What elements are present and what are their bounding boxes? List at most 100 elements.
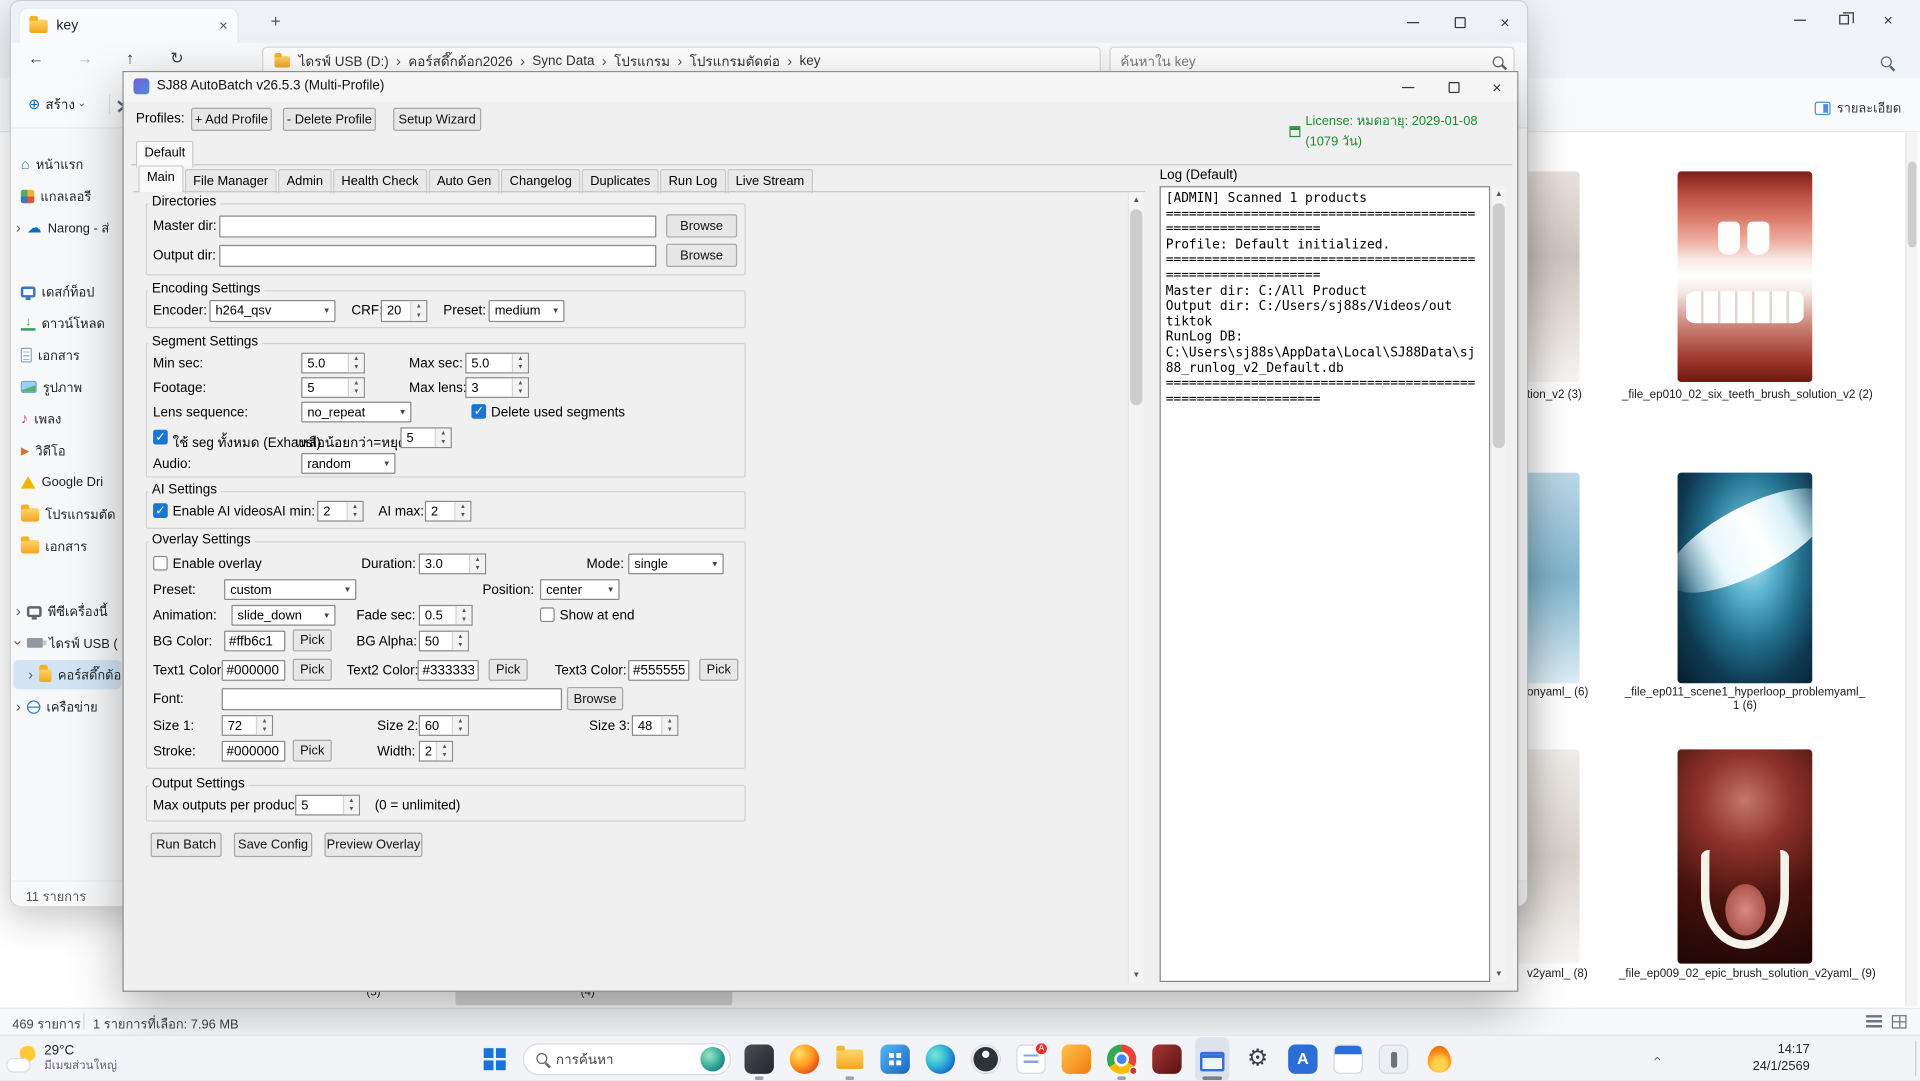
ai-max-stepper[interactable]: 2▲▼ [425,501,472,522]
enable-ai-checkbox[interactable] [153,503,168,518]
refresh-icon[interactable]: ↻ [170,50,183,66]
show-at-end-checkbox[interactable] [540,607,555,622]
tab-main[interactable]: Main [138,165,183,192]
taskbar-edge[interactable] [923,1037,957,1081]
new-tab-icon[interactable]: + [271,11,281,31]
output-dir-browse-button[interactable]: Browse [666,244,737,267]
close-button[interactable]: × [1866,0,1910,39]
taskbar-obs[interactable] [969,1037,1003,1081]
bg-color-pick-button[interactable]: Pick [293,629,332,651]
taskbar-calendar-app[interactable] [1331,1037,1365,1081]
sidebar-item-downloads[interactable]: ↓ดาวน์โหลด [13,309,121,338]
enable-overlay-checkbox[interactable] [153,556,168,571]
weather-widget[interactable]: 29°C มีเมฆส่วนใหญ่ [7,1040,203,1078]
sidebar-item-documents[interactable]: เอกสาร [13,340,121,369]
search-highlight-image[interactable] [700,1046,724,1070]
file-label[interactable]: _file_ep011_scene1_hyperloop_problemyaml… [1622,686,1867,713]
tab-admin[interactable]: Admin [278,169,332,193]
minimize-button[interactable] [1778,0,1822,39]
text3-pick-button[interactable]: Pick [699,659,738,681]
master-dir-browse-button[interactable]: Browse [666,214,737,237]
chevron-right-icon[interactable]: › [16,699,21,714]
file-label[interactable]: _file_ep010_02_six_teeth_brush_solution_… [1619,388,1876,401]
close-button[interactable]: × [1483,4,1527,41]
sidebar-item-usb-drive[interactable]: ›ไดรฟ์ USB ( [13,628,121,657]
sidebar-item-gallery[interactable]: แกลเลอรี [13,181,121,210]
file-thumbnail-teeth-xray[interactable] [1678,473,1813,684]
taskbar-settings[interactable]: ⚙ [1240,1037,1274,1081]
scroll-down-icon[interactable]: ▼ [1129,967,1144,983]
sidebar-item-desktop[interactable]: เดสก์ท็อป [13,277,121,306]
chevron-right-icon[interactable]: › [16,604,21,619]
taskbar-notes-app[interactable]: A [1014,1037,1048,1081]
size2-stepper[interactable]: 60▲▼ [419,715,469,736]
taskbar-app-dark[interactable] [742,1037,776,1081]
taskbar-red-app[interactable] [1150,1037,1184,1081]
text2-color-input[interactable] [418,660,479,681]
sidebar-item-folder[interactable]: โปรแกรมตัด [13,500,121,529]
taskbar-search[interactable]: การค้นหา [523,1043,731,1075]
log-box[interactable]: [ADMIN] Scanned 1 products =============… [1160,186,1491,982]
delete-used-checkbox[interactable] [471,404,486,419]
scrollbar-thumb[interactable] [1130,209,1142,405]
preview-overlay-button[interactable]: Preview Overlay [324,833,422,857]
tray-chevron-icon[interactable]: › [1651,1056,1664,1060]
breadcrumb[interactable]: ไดรฟ์ USB (D:) [299,50,389,72]
text3-color-input[interactable] [628,660,689,681]
taskbar-file-explorer[interactable] [833,1037,867,1081]
sidebar-item-network[interactable]: ›เครือข่าย [13,692,121,721]
list-view-icon[interactable] [1866,1015,1882,1028]
breadcrumb[interactable]: คอร์สดึ๊กด้อก2026 [408,50,512,72]
preset-select[interactable]: medium▼ [489,300,565,322]
master-dir-input[interactable] [219,216,656,238]
stepper-arrows[interactable]: ▲▼ [410,301,426,321]
remain-stepper[interactable]: 5▲▼ [400,427,451,448]
minimize-button[interactable] [1390,4,1437,41]
footage-stepper[interactable]: 5▲▼ [301,377,365,398]
tab-key[interactable]: key × [18,7,238,43]
back-arrow-icon[interactable]: ← [28,50,44,66]
sidebar-item-onedrive[interactable]: ›☁Narong - ส่ [13,213,121,242]
scroll-down-icon[interactable]: ▼ [1491,966,1506,982]
autobatch-titlebar[interactable]: SJ88 AutoBatch v26.5.3 (Multi-Profile) × [124,72,1517,101]
show-desktop-handle[interactable] [1915,1041,1916,1077]
tab-live-stream[interactable]: Live Stream [727,169,813,193]
mode-select[interactable]: single▼ [628,553,724,574]
details-pane-button[interactable]: รายละเอียด [1815,93,1913,122]
animation-select[interactable]: slide_down▼ [231,605,335,626]
taskbar-autobatch-active[interactable] [1195,1037,1229,1081]
stroke-width-stepper[interactable]: 2▲▼ [419,741,453,762]
breadcrumb[interactable]: โปรแกรมตัดต่อ [690,50,780,72]
scrollbar-thumb[interactable] [1908,162,1917,248]
tab-run-log[interactable]: Run Log [660,169,726,193]
sidebar-item-google-drive[interactable]: Google Dri [13,468,121,497]
taskbar-chrome[interactable] [1104,1037,1138,1081]
size1-stepper[interactable]: 72▲▼ [222,715,273,736]
taskbar-firefox[interactable] [787,1037,821,1081]
fade-sec-stepper[interactable]: 0.5▲▼ [419,605,473,626]
new-button[interactable]: ⊕ สร้าง › [21,89,99,118]
max-outputs-stepper[interactable]: 5▲▼ [295,795,360,816]
setup-wizard-button[interactable]: Setup Wizard [393,108,481,131]
scroll-up-icon[interactable]: ▲ [1491,186,1506,202]
restore-button[interactable] [1822,0,1866,39]
text2-pick-button[interactable]: Pick [489,659,528,681]
tab-duplicates[interactable]: Duplicates [582,169,659,193]
form-scrollbar[interactable]: ▲ ▼ [1128,192,1144,983]
file-thumbnail-teeth-front[interactable] [1678,171,1813,382]
tab-auto-gen[interactable]: Auto Gen [428,169,499,193]
bg-alpha-stepper[interactable]: 50▲▼ [419,631,469,652]
scrollbar-thumb[interactable] [1493,203,1505,448]
sidebar-item-folder[interactable]: เอกสาร [13,531,121,560]
maximize-button[interactable] [1431,72,1475,101]
run-batch-button[interactable]: Run Batch [151,833,222,857]
tab-changelog[interactable]: Changelog [501,169,580,193]
chevron-down-icon[interactable]: › [13,640,25,645]
forward-arrow-icon[interactable]: → [77,50,93,66]
taskbar-usb-tray[interactable] [1376,1037,1410,1081]
close-button[interactable]: × [1477,72,1517,101]
file-label[interactable]: _file_ep009_02_epic_brush_solution_v2yam… [1619,967,1876,980]
taskbar-flame-app[interactable] [1422,1037,1456,1081]
up-arrow-icon[interactable]: ↑ [126,50,134,66]
size3-stepper[interactable]: 48▲▼ [632,715,679,736]
